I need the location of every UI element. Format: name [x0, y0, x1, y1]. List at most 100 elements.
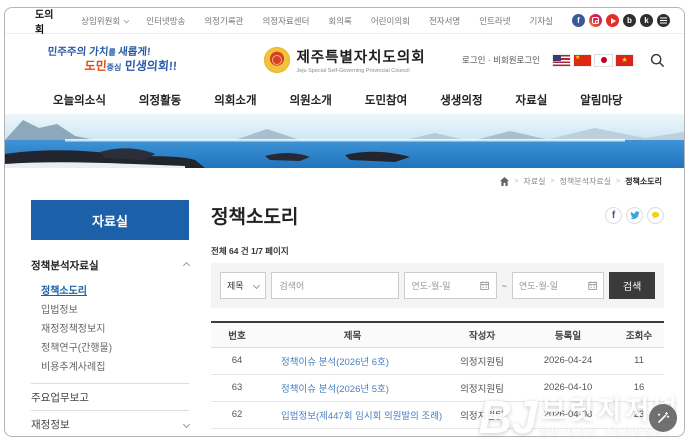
main-panel: 정책소도리 f 전체 64 건 1/7 페이지 제목 검색어 연도-월-일 ~ …	[211, 200, 664, 436]
site-title: 제주특별자치도의회	[296, 50, 426, 66]
sidebar-item-work-reports[interactable]: 주요업무보고	[31, 383, 189, 410]
sidebar-group-policy-analysis[interactable]: 정책분석자료실	[31, 252, 191, 278]
utility-link-children[interactable]: 어린이의회	[371, 15, 410, 27]
utility-link-minutes[interactable]: 회의록	[328, 15, 351, 27]
cell-number: 64	[211, 347, 263, 375]
flag-china-icon[interactable]	[574, 54, 591, 66]
cell-date: 2026-03-30	[522, 428, 614, 436]
sidebar-title[interactable]: 자료실	[31, 200, 189, 240]
chevron-down-icon	[253, 281, 261, 290]
calendar-icon[interactable]	[480, 280, 490, 291]
sidebar-item-policy-sodori[interactable]: 정책소도리	[41, 280, 189, 299]
table-row: 62 입법정보(제447회 임시회 의원발의 조례) 의정지원팀 2026-04…	[211, 401, 664, 429]
instagram-icon[interactable]	[589, 14, 602, 27]
login-link[interactable]: 로그인	[462, 55, 485, 65]
date-from-field[interactable]	[404, 272, 497, 299]
flag-vietnam-icon[interactable]	[616, 54, 633, 66]
table-row: 64 정책이슈 분석(2026년 6호) 의정지원팀 2026-04-24 11	[211, 347, 664, 375]
post-link[interactable]: 정책이슈 분석(2026년 6호)	[281, 357, 389, 368]
sea-landscape-image	[5, 114, 684, 168]
sidebar: 자료실 정책분석자료실 정책소도리 입법정보 재정정책정보지 정책연구(간행물)…	[31, 200, 191, 436]
utility-brand[interactable]: 도의회	[35, 8, 59, 36]
sidebar-item-fiscal-policy[interactable]: 재정정책정보지	[41, 318, 189, 337]
sidebar-item-legislation-info[interactable]: 입법정보	[41, 299, 189, 318]
utility-link-press[interactable]: 기자실	[530, 15, 553, 27]
calendar-icon[interactable]	[588, 280, 597, 291]
search-icon[interactable]	[648, 51, 666, 69]
board-table: 번호 제목 작성자 등록일 조회수 64 정책이슈 분석(2026년 6호) 의…	[211, 321, 664, 436]
content: 자료실 정책분석자료실 정책소도리 입법정보 재정정책정보지 정책연구(간행물)…	[5, 194, 684, 436]
share-kakao-icon[interactable]	[647, 207, 664, 224]
utility-link-esign[interactable]: 전자서명	[429, 15, 460, 27]
cell-author: 의정지원팀	[442, 401, 522, 429]
page: 도의회 상임위원회 인터넷방송 의정기록관 의정자료센터 회의록 어린이의회 전…	[0, 0, 689, 440]
search-submit-button[interactable]: 검색	[609, 272, 655, 299]
blog-icon[interactable]: b	[623, 14, 636, 27]
sidebar-item-fiscal-info[interactable]: 재정정보	[31, 410, 191, 436]
search-category-select[interactable]: 제목	[220, 272, 267, 299]
nav-live[interactable]: 생생의정	[440, 92, 482, 108]
cell-author: 의정지원팀	[442, 374, 522, 402]
post-link[interactable]: 정책이슈 분석(2026년 5호)	[281, 384, 389, 395]
facebook-icon[interactable]: f	[572, 14, 585, 27]
social-links: f b k	[572, 14, 670, 27]
nav-about-council[interactable]: 의회소개	[214, 92, 256, 108]
nav-activities[interactable]: 의정활동	[139, 92, 181, 108]
cell-views: 11	[614, 347, 664, 375]
cell-views: 16	[614, 374, 664, 402]
flag-usa-icon[interactable]	[553, 54, 570, 66]
nav-notices[interactable]: 알림마당	[580, 92, 622, 108]
breadcrumb: > 자료실 > 정책분석자료실 > 정책소도리	[5, 168, 684, 194]
sidebar-item-cost-estimates[interactable]: 비용추계사례집	[41, 356, 189, 375]
magic-wand-button[interactable]	[649, 404, 677, 432]
search-keyword-input[interactable]	[271, 272, 400, 299]
breadcrumb-library[interactable]: 자료실	[523, 176, 545, 187]
magic-wand-icon	[657, 412, 670, 423]
date-from-input[interactable]	[411, 280, 478, 291]
date-to-input[interactable]	[518, 280, 585, 291]
kakao-channel-icon[interactable]: k	[640, 14, 653, 27]
col-views: 조회수	[614, 322, 664, 348]
breadcrumb-separator: >	[514, 177, 519, 185]
utility-link-records[interactable]: 의정기록관	[204, 15, 243, 27]
header-right: 로그인 · 비회원로그인	[462, 51, 666, 69]
chevron-down-icon	[182, 420, 191, 428]
slogan: 민주주의 가치를 새롭게! 도민중심 민생의회!!	[47, 45, 178, 74]
cell-author: 의정지원팀	[442, 428, 522, 436]
date-range-separator: ~	[501, 280, 507, 291]
share-facebook-icon[interactable]: f	[605, 207, 622, 224]
utility-link-intranet[interactable]: 인트라넷	[479, 15, 510, 27]
sidebar-item-policy-research[interactable]: 정책연구(간행물)	[41, 337, 189, 356]
search-filter-bar: 제목 ~ 검색	[211, 263, 664, 308]
cell-date: 2026-04-08	[522, 401, 614, 429]
browser-frame: 도의회 상임위원회 인터넷방송 의정기록관 의정자료센터 회의록 어린이의회 전…	[4, 7, 685, 437]
post-link[interactable]: 입법정보(제447회 임시회 의원발의 조례)	[281, 411, 442, 422]
home-icon[interactable]	[500, 176, 510, 186]
nav-members[interactable]: 의원소개	[290, 92, 332, 108]
share-twitter-icon[interactable]	[626, 207, 643, 224]
chevron-up-icon	[182, 261, 191, 269]
utility-link-datacenter[interactable]: 의정자료센터	[262, 15, 309, 27]
date-to-field[interactable]	[511, 272, 605, 299]
breadcrumb-separator: >	[550, 177, 555, 185]
utility-link-broadcast[interactable]: 인터넷방송	[146, 15, 185, 27]
language-flags	[553, 54, 633, 66]
col-number: 번호	[211, 322, 263, 348]
nav-library[interactable]: 자료실	[516, 92, 548, 108]
cell-number: 62	[211, 401, 263, 429]
table-row: 61 정책이슈 분석(2026년 4호) 의정지원팀 2026-03-30 49	[211, 428, 664, 436]
site-logo[interactable]: 제주특별자치도의회 Jeju Special Self-Governing Pr…	[263, 46, 425, 74]
breadcrumb-current: 정책소도리	[625, 176, 662, 186]
guest-login-link[interactable]: 비회원로그인	[493, 55, 540, 65]
cell-date: 2026-04-24	[522, 347, 614, 375]
page-title: 정책소도리	[211, 207, 299, 228]
nav-todays-news[interactable]: 오늘의소식	[53, 92, 106, 108]
flag-japan-icon[interactable]	[595, 54, 612, 66]
breadcrumb-policy-archive[interactable]: 정책분석자료실	[560, 176, 612, 187]
utility-link-committees[interactable]: 상임위원회	[81, 15, 130, 27]
instagram-glyph	[592, 17, 599, 24]
newsletter-icon[interactable]	[657, 14, 670, 27]
nav-participation[interactable]: 도민참여	[365, 92, 407, 108]
youtube-icon[interactable]	[606, 14, 619, 27]
cell-title: 정책이슈 분석(2026년 6호)	[263, 347, 442, 375]
